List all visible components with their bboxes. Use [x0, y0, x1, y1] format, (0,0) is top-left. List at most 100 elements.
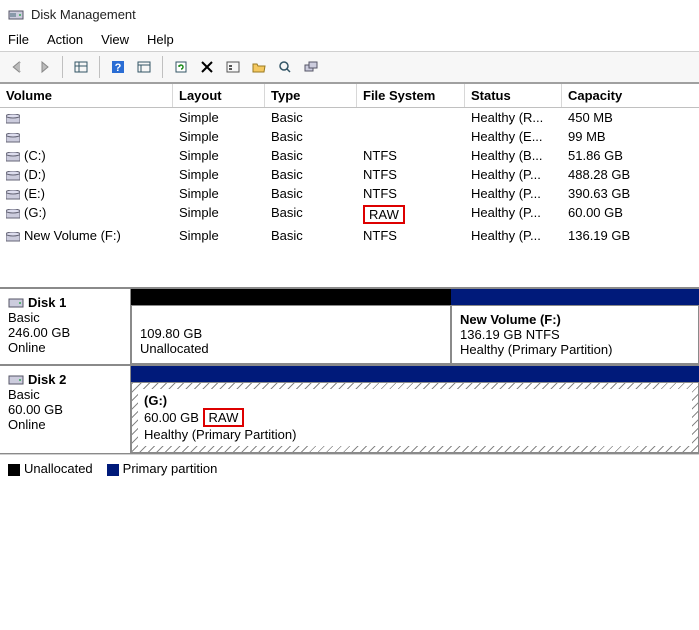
cell-volume	[0, 127, 173, 146]
svg-text:?: ?	[115, 62, 122, 74]
cell-layout: Simple	[173, 127, 265, 146]
toolbar-separator	[162, 56, 163, 78]
cell-status: Healthy (B...	[465, 146, 562, 165]
find-button[interactable]	[273, 55, 297, 79]
cell-layout: Simple	[173, 108, 265, 127]
legend-unallocated: Unallocated	[8, 461, 93, 476]
col-filesystem[interactable]: File System	[357, 84, 465, 107]
menu-help[interactable]: Help	[147, 32, 174, 47]
disk2-primary-colorbar	[131, 366, 699, 382]
disk2-size: 60.00 GB	[8, 402, 122, 417]
disk2-vol-size: 60.00 GB	[144, 410, 203, 425]
window-title: Disk Management	[31, 7, 136, 22]
volume-table-header: Volume Layout Type File System Status Ca…	[0, 83, 699, 108]
cell-filesystem: NTFS	[357, 165, 465, 184]
settings-button[interactable]	[221, 55, 245, 79]
cell-volume: New Volume (F:)	[0, 226, 173, 245]
disk2-label[interactable]: Disk 2 Basic 60.00 GB Online	[0, 366, 131, 453]
toolbar-separator	[99, 56, 100, 78]
cell-status: Healthy (P...	[465, 165, 562, 184]
col-layout[interactable]: Layout	[173, 84, 265, 107]
app-icon	[8, 6, 24, 22]
cell-filesystem: NTFS	[357, 146, 465, 165]
disk2-state: Online	[8, 417, 122, 432]
cell-volume: (D:)	[0, 165, 173, 184]
disk1-unallocated-chunk[interactable]: 109.80 GB Unallocated	[131, 305, 451, 364]
menu-action[interactable]: Action	[47, 32, 83, 47]
table-row[interactable]: (E:)SimpleBasicNTFSHealthy (P...390.63 G…	[0, 184, 699, 203]
disk-row-1: Disk 1 Basic 246.00 GB Online 109.80 GB …	[0, 288, 699, 365]
disk1-size: 246.00 GB	[8, 325, 122, 340]
disk1-unalloc-label: Unallocated	[140, 341, 442, 356]
cell-layout: Simple	[173, 146, 265, 165]
disk1-vol-title: New Volume (F:)	[460, 312, 690, 327]
cell-type: Basic	[265, 127, 357, 146]
cell-volume: (G:)	[0, 203, 173, 226]
disk1-label[interactable]: Disk 1 Basic 246.00 GB Online	[0, 289, 131, 364]
volume-table-body: SimpleBasicHealthy (R...450 MBSimpleBasi…	[0, 108, 699, 245]
cell-status: Healthy (P...	[465, 226, 562, 245]
help-button[interactable]: ?	[106, 55, 130, 79]
disk-graphical-pane: Disk 1 Basic 246.00 GB Online 109.80 GB …	[0, 287, 699, 454]
col-type[interactable]: Type	[265, 84, 357, 107]
cell-layout: Simple	[173, 203, 265, 226]
cell-filesystem: NTFS	[357, 184, 465, 203]
cell-type: Basic	[265, 184, 357, 203]
cell-type: Basic	[265, 203, 357, 226]
menu-view[interactable]: View	[101, 32, 129, 47]
table-row[interactable]: (C:)SimpleBasicNTFSHealthy (B...51.86 GB	[0, 146, 699, 165]
col-capacity[interactable]: Capacity	[562, 84, 687, 107]
cell-layout: Simple	[173, 184, 265, 203]
back-button[interactable]	[6, 55, 30, 79]
swatch-blue	[107, 464, 119, 476]
cell-volume: (E:)	[0, 184, 173, 203]
cell-capacity: 51.86 GB	[562, 146, 687, 165]
open-folder-button[interactable]	[247, 55, 271, 79]
toolbar: ?	[0, 51, 699, 83]
rescan-disks-button[interactable]	[299, 55, 323, 79]
disk2-volume-g-chunk[interactable]: (G:) 60.00 GB RAW Healthy (Primary Parti…	[131, 382, 699, 453]
table-row[interactable]: New Volume (F:)SimpleBasicNTFSHealthy (P…	[0, 226, 699, 245]
cell-filesystem	[357, 108, 465, 127]
disk1-unalloc-size: 109.80 GB	[140, 326, 442, 341]
cell-layout: Simple	[173, 226, 265, 245]
table-row[interactable]: (G:)SimpleBasic RAW Healthy (P...60.00 GB	[0, 203, 699, 226]
menubar: File Action View Help	[0, 28, 699, 51]
refresh-button[interactable]	[169, 55, 193, 79]
table-row[interactable]: (D:)SimpleBasicNTFSHealthy (P...488.28 G…	[0, 165, 699, 184]
cell-filesystem: RAW	[357, 203, 465, 226]
disk2-vol-line3: Healthy (Primary Partition)	[144, 427, 686, 442]
cell-capacity: 99 MB	[562, 127, 687, 146]
disk2-name: Disk 2	[28, 372, 66, 387]
cell-volume	[0, 108, 173, 127]
disk1-volume-f-chunk[interactable]: New Volume (F:) 136.19 GB NTFS Healthy (…	[451, 305, 699, 364]
cell-type: Basic	[265, 108, 357, 127]
cell-type: Basic	[265, 146, 357, 165]
properties-button[interactable]	[132, 55, 156, 79]
cell-status: Healthy (P...	[465, 184, 562, 203]
cell-filesystem: NTFS	[357, 226, 465, 245]
table-row[interactable]: SimpleBasicHealthy (R...450 MB	[0, 108, 699, 127]
col-volume[interactable]: Volume	[0, 84, 173, 107]
cell-status: Healthy (E...	[465, 127, 562, 146]
cell-capacity: 136.19 GB	[562, 226, 687, 245]
forward-button[interactable]	[32, 55, 56, 79]
table-row[interactable]: SimpleBasic Healthy (E...99 MB	[0, 127, 699, 146]
cell-capacity: 488.28 GB	[562, 165, 687, 184]
toolbar-separator	[62, 56, 63, 78]
disk-icon	[8, 296, 24, 310]
col-status[interactable]: Status	[465, 84, 562, 107]
cell-capacity: 450 MB	[562, 108, 687, 127]
menu-file[interactable]: File	[8, 32, 29, 47]
cell-status: Healthy (P...	[465, 203, 562, 226]
cell-filesystem	[357, 127, 465, 146]
show-hide-tree-button[interactable]	[69, 55, 93, 79]
cell-layout: Simple	[173, 165, 265, 184]
disk1-primary-colorbar	[451, 289, 699, 305]
cell-capacity: 60.00 GB	[562, 203, 687, 226]
raw-highlight: RAW	[363, 205, 405, 224]
disk2-type: Basic	[8, 387, 122, 402]
delete-button[interactable]	[195, 55, 219, 79]
disk2-vol-line2: 60.00 GB RAW	[144, 408, 686, 427]
cell-type: Basic	[265, 226, 357, 245]
